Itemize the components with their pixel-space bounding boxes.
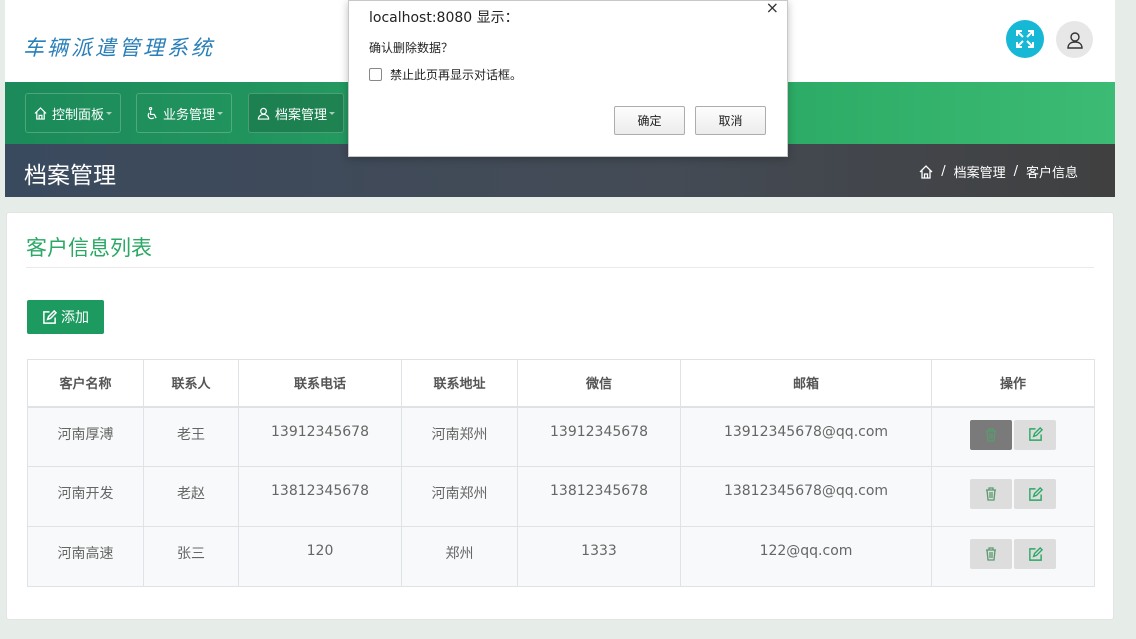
cell-wechat: 1333	[517, 526, 681, 587]
edit-icon	[43, 309, 57, 324]
cell-phone: 13812345678	[238, 466, 402, 527]
cell-email: 122@qq.com	[680, 526, 932, 587]
dialog-message: 确认删除数据？	[369, 41, 454, 55]
breadcrumb-item-archives[interactable]: 档案管理	[954, 162, 1006, 181]
cell-address: 河南郑州	[401, 466, 518, 527]
home-icon	[34, 106, 47, 120]
cell-customer-name: 河南厚溥	[27, 406, 144, 467]
edit-button[interactable]	[1014, 539, 1056, 569]
nav-item-business[interactable]: 业务管理	[136, 93, 233, 133]
cell-phone: 13912345678	[238, 406, 402, 467]
cell-contact: 老赵	[143, 466, 239, 527]
edit-button[interactable]	[1014, 419, 1056, 450]
cell-wechat: 13812345678	[517, 466, 681, 527]
cell-actions	[931, 406, 1095, 467]
column-header: 联系地址	[401, 359, 518, 408]
customer-table: 客户名称 联系人 联系电话 联系地址 微信 邮箱 操作 河南厚溥 老王 1391…	[27, 359, 1095, 587]
add-button[interactable]: 添加	[27, 300, 104, 334]
column-header: 邮箱	[680, 359, 932, 408]
close-icon[interactable]: ×	[766, 0, 779, 17]
table-row: 河南高速 张三 120 郑州 1333 122@qq.com	[27, 526, 1095, 587]
edit-button[interactable]	[1014, 479, 1056, 509]
customer-list-card: 客户信息列表 添加 客户名称 联系人 联系电话 联系地址 微信 邮箱 操作 河南…	[6, 212, 1114, 620]
divider	[26, 267, 1094, 268]
home-icon[interactable]	[919, 164, 933, 179]
page-title: 档案管理	[24, 163, 116, 189]
confirm-dialog: localhost:8080 显示： × 确认删除数据？ 禁止此页再显示对话框。…	[348, 0, 788, 157]
card-title: 客户信息列表	[26, 236, 152, 260]
table-row: 河南厚溥 老王 13912345678 河南郑州 13912345678 139…	[27, 406, 1095, 467]
edit-icon	[1028, 427, 1043, 441]
delete-button[interactable]	[970, 479, 1012, 509]
user-menu-button[interactable]	[1056, 21, 1093, 58]
edit-icon	[1028, 546, 1043, 561]
cell-address: 河南郑州	[401, 406, 518, 467]
cell-email: 13812345678@qq.com	[680, 466, 932, 527]
breadcrumb-separator: /	[941, 164, 946, 179]
column-header: 客户名称	[27, 359, 144, 408]
edit-icon	[1028, 486, 1043, 501]
delete-button[interactable]	[970, 539, 1012, 569]
suppress-dialogs-checkbox[interactable]: 禁止此页再显示对话框。	[369, 66, 522, 83]
cell-customer-name: 河南高速	[27, 526, 144, 587]
accessible-icon	[147, 106, 157, 119]
nav-item-label: 控制面板	[52, 107, 105, 123]
delete-button[interactable]	[970, 419, 1012, 450]
chevron-down-icon	[329, 111, 336, 115]
cell-wechat: 13912345678	[517, 406, 681, 467]
nav-item-label: 档案管理	[275, 107, 328, 123]
cell-address: 郑州	[401, 526, 518, 587]
nav-item-label: 业务管理	[163, 107, 216, 123]
cell-contact: 老王	[143, 406, 239, 467]
breadcrumb-separator: /	[1013, 164, 1018, 179]
trash-icon	[986, 547, 996, 561]
nav-item-dashboard[interactable]: 控制面板	[25, 93, 122, 133]
dialog-title: localhost:8080 显示：	[369, 10, 519, 26]
breadcrumb: / 档案管理 / 客户信息	[919, 162, 1078, 181]
expand-icon	[1016, 30, 1034, 48]
fullscreen-button[interactable]	[1006, 20, 1044, 58]
checkbox[interactable]	[369, 68, 382, 81]
column-header: 微信	[517, 359, 681, 408]
cell-contact: 张三	[143, 526, 239, 587]
app-logo-title: 车辆派遣管理系统	[23, 36, 215, 60]
cell-actions	[931, 526, 1095, 587]
user-icon	[1066, 31, 1083, 49]
cell-email: 13912345678@qq.com	[680, 406, 932, 467]
cell-actions	[931, 466, 1095, 527]
ok-button[interactable]: 确定	[614, 106, 685, 135]
add-button-label: 添加	[61, 310, 89, 326]
chevron-down-icon	[217, 111, 224, 115]
user-icon	[257, 107, 270, 120]
chevron-down-icon	[106, 111, 113, 115]
cell-customer-name: 河南开发	[27, 466, 144, 527]
trash-icon	[986, 427, 996, 442]
nav-item-archives[interactable]: 档案管理	[248, 93, 345, 133]
column-header: 联系人	[143, 359, 239, 408]
table-row: 河南开发 老赵 13812345678 河南郑州 13812345678 138…	[27, 466, 1095, 527]
cell-phone: 120	[238, 526, 402, 587]
table-header-row: 客户名称 联系人 联系电话 联系地址 微信 邮箱 操作	[27, 359, 1095, 408]
cancel-button[interactable]: 取消	[695, 106, 766, 135]
trash-icon	[986, 487, 996, 501]
column-header: 联系电话	[238, 359, 402, 408]
breadcrumb-item-customer-info: 客户信息	[1025, 166, 1078, 181]
column-header: 操作	[931, 359, 1095, 408]
checkbox-label: 禁止此页再显示对话框。	[390, 68, 523, 82]
